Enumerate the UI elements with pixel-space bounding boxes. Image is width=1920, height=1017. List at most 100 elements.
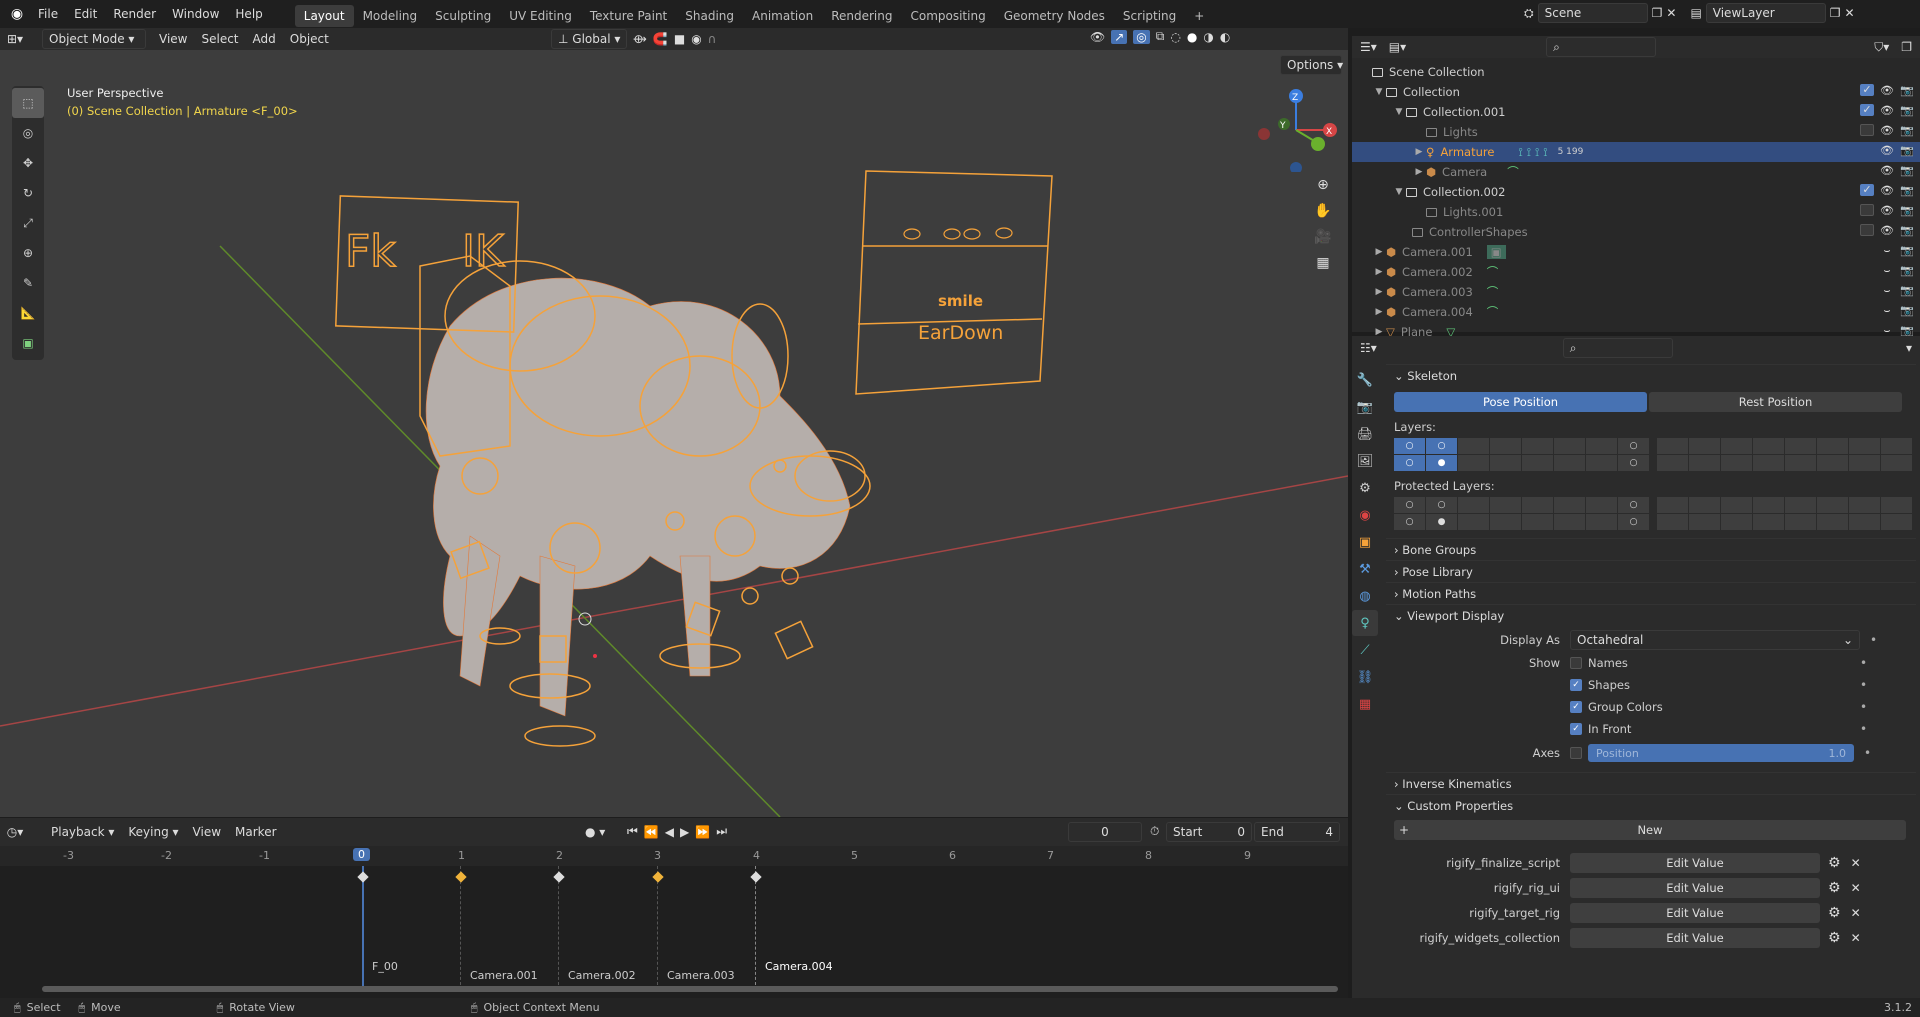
workspace-tab-layout[interactable]: Layout (294, 4, 354, 27)
layers-grid-a[interactable]: ○ ○ ○ ○ ● ○ (1394, 438, 1649, 471)
outliner-row-lights[interactable]: Lights 👁 📷 (1352, 122, 1920, 142)
output-tab-icon[interactable]: 🖨 (1352, 421, 1378, 447)
play-reverse-icon[interactable]: ◀ (665, 825, 674, 839)
add-cube-icon[interactable]: ▣ (12, 328, 44, 358)
remove-property-icon[interactable]: ✕ (1851, 856, 1861, 870)
new-view-layer-icon[interactable]: ❐ (1830, 6, 1841, 20)
in-front-checkbox[interactable]: ✓ (1570, 723, 1582, 735)
navigation-gizmo[interactable]: Z X Y (1256, 88, 1340, 174)
menu-file[interactable]: File (30, 0, 66, 28)
timer-icon[interactable]: ⏱ (1150, 824, 1159, 839)
timeline-menu-view[interactable]: View (186, 825, 228, 839)
world-tab-icon[interactable]: ◉ (1352, 502, 1378, 528)
current-frame-field[interactable]: 0 (1068, 822, 1142, 842)
workspace-tab-compositing[interactable]: Compositing (901, 5, 994, 27)
current-frame-indicator[interactable]: 0 (353, 848, 370, 861)
menu-render[interactable]: Render (105, 0, 164, 28)
overlay-toggle-icon[interactable]: ◎ (1133, 29, 1150, 44)
keyframe[interactable] (652, 871, 664, 883)
workspace-tab-animation[interactable]: Animation (743, 5, 822, 27)
settings-gear-icon[interactable]: ⚙ (1828, 855, 1841, 871)
workspace-tab-uv-editing[interactable]: UV Editing (500, 5, 581, 27)
grid-icon[interactable]: ▦ (1310, 250, 1336, 276)
close-view-layer-icon[interactable]: ✕ (1845, 6, 1855, 20)
outliner-row-armature[interactable]: ▶ ♀ Armature ⟟⟟⟟⟟ 5 199 👁 📷 (1352, 142, 1920, 162)
axes-checkbox[interactable] (1570, 747, 1582, 759)
keyframe[interactable] (750, 871, 762, 883)
new-scene-icon[interactable]: ❐ (1652, 6, 1663, 20)
outliner-row-collection-002[interactable]: ▼ Collection.002 ✓ 👁 📷 (1352, 182, 1920, 202)
jump-end-icon[interactable]: ⏭ (716, 824, 727, 839)
edit-value-button[interactable]: Edit Value (1570, 877, 1820, 898)
play-icon[interactable]: ▶ (680, 825, 689, 839)
properties-editor-type-icon[interactable]: ☷▾ (1360, 341, 1377, 355)
snap-target-icon[interactable]: ■ (674, 32, 685, 46)
falloff-icon[interactable]: ∩ (708, 32, 717, 46)
prev-keyframe-icon[interactable]: ⏪ (644, 825, 659, 839)
remove-property-icon[interactable]: ✕ (1851, 906, 1861, 920)
shading-rendered-icon[interactable]: ◐ (1220, 30, 1230, 44)
timeline-menu-playback[interactable]: Playback ▾ (44, 825, 121, 839)
outliner-row-scene-collection[interactable]: Scene Collection (1352, 62, 1920, 82)
texture-tab-icon[interactable]: ▦ (1352, 691, 1378, 717)
pivot-icon[interactable]: ⟴ (633, 32, 647, 46)
panel-skeleton[interactable]: ⌄ Skeleton (1386, 364, 1916, 386)
panel-pose-library[interactable]: › Pose Library (1386, 560, 1916, 582)
shading-material-icon[interactable]: ◑ (1203, 30, 1213, 44)
settings-gear-icon[interactable]: ⚙ (1828, 880, 1841, 896)
end-frame-field[interactable]: End 4 (1254, 822, 1340, 842)
edit-value-button[interactable]: Edit Value (1570, 902, 1820, 923)
view-layer-tab-icon[interactable]: 🖼 (1352, 448, 1378, 474)
mode-select[interactable]: Object Mode ▾ (42, 29, 146, 49)
bone-tab-icon[interactable]: ⟋ (1352, 637, 1378, 663)
viewport-menu-object[interactable]: Object (283, 32, 336, 46)
move-icon[interactable]: ✥ (12, 148, 44, 178)
marker-camera-003[interactable]: Camera.003 (667, 969, 735, 982)
outliner-search-input[interactable]: ⌕ (1546, 37, 1657, 57)
keyframe[interactable] (553, 871, 565, 883)
axes-position-slider[interactable]: Position 1.0 (1588, 744, 1854, 762)
rest-position-button[interactable]: Rest Position (1649, 392, 1902, 412)
workspace-tab-geometry-nodes[interactable]: Geometry Nodes (995, 5, 1114, 27)
properties-options-icon[interactable]: ▾ (1906, 341, 1912, 355)
armature-data-tab-icon[interactable]: ♀ (1352, 610, 1378, 636)
menu-edit[interactable]: Edit (66, 0, 105, 28)
menu-help[interactable]: Help (227, 0, 270, 28)
start-frame-field[interactable]: Start 0 (1166, 822, 1252, 842)
workspace-tab-sculpting[interactable]: Sculpting (426, 5, 500, 27)
marker-camera-002[interactable]: Camera.002 (568, 969, 636, 982)
snap-icon[interactable]: 🧲 (653, 32, 668, 46)
viewport-menu-add[interactable]: Add (246, 32, 283, 46)
3d-viewport[interactable]: Fk IK smile EarDown User Perspective (0)… (0, 36, 1348, 817)
outliner-row-controllershapes[interactable]: ControllerShapes 👁 📷 (1352, 222, 1920, 242)
scale-icon[interactable]: ⤢ (12, 208, 44, 238)
names-checkbox[interactable] (1570, 657, 1582, 669)
panel-inverse-kinematics[interactable]: › Inverse Kinematics (1386, 772, 1916, 794)
panel-motion-paths[interactable]: › Motion Paths (1386, 582, 1916, 604)
close-scene-icon[interactable]: ✕ (1666, 6, 1676, 20)
viewport-menu-view[interactable]: View (152, 32, 194, 46)
keyframe[interactable] (357, 871, 369, 883)
transform-orientation-select[interactable]: ⊥ Global ▾ (551, 29, 627, 49)
marker-camera-001[interactable]: Camera.001 (470, 969, 538, 982)
outliner-row-camera-002[interactable]: ▶ ⬢ Camera.002 ⌒ ⌣ 📷 (1352, 262, 1920, 282)
xray-icon[interactable]: ⧉ (1156, 29, 1165, 44)
timeline-scrollbar[interactable] (42, 986, 1338, 992)
properties-search-input[interactable]: ⌕ (1562, 338, 1673, 358)
menu-window[interactable]: Window (164, 0, 227, 28)
scene-field[interactable]: Scene (1537, 3, 1648, 23)
outliner-row-collection-001[interactable]: ▼ Collection.001 ✓ 👁 📷 (1352, 102, 1920, 122)
workspace-tab-texture-paint[interactable]: Texture Paint (581, 5, 676, 27)
transform-icon[interactable]: ⊕ (12, 238, 44, 268)
options-button[interactable]: Options ▾ (1280, 55, 1343, 75)
viewport-menu-select[interactable]: Select (194, 32, 245, 46)
edit-value-button[interactable]: Edit Value (1570, 852, 1820, 873)
add-workspace-button[interactable]: + (1185, 5, 1213, 27)
keyframe[interactable] (455, 871, 467, 883)
editor-type-icon[interactable]: ⊞▾ (0, 32, 30, 46)
measure-icon[interactable]: 📐 (12, 298, 44, 328)
shading-solid-icon[interactable]: ● (1187, 30, 1197, 44)
settings-gear-icon[interactable]: ⚙ (1828, 905, 1841, 921)
outliner-row-camera[interactable]: ▶ ⬢ Camera ⌒ 👁 📷 (1352, 162, 1920, 182)
cursor-icon[interactable]: ◎ (12, 118, 44, 148)
